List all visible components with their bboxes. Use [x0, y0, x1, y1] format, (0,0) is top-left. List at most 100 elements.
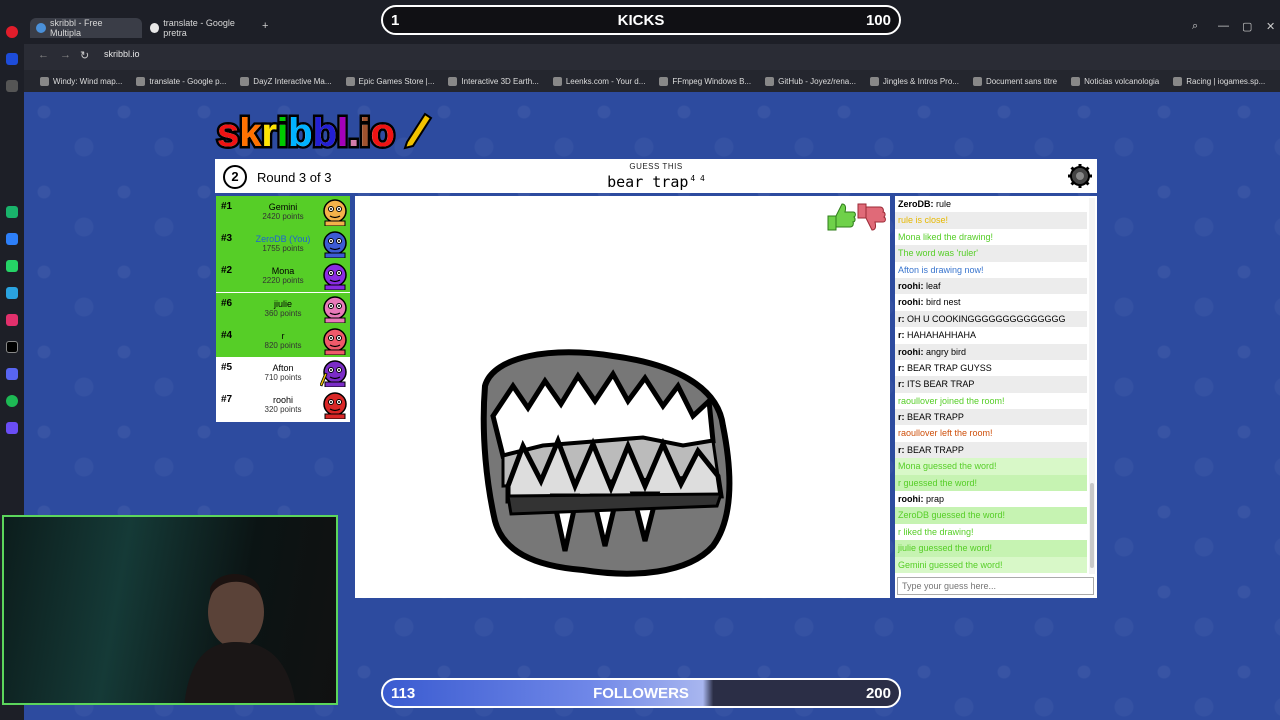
new-tab-icon[interactable]: + [262, 20, 268, 32]
google-favicon-icon [150, 23, 160, 33]
search-tabs-icon[interactable]: ⌕ [1192, 20, 1198, 33]
close-icon[interactable]: ✕ [1266, 20, 1275, 33]
bookmark-label: GitHub - Joyez/rena... [778, 76, 856, 86]
bear-trap-drawing [480, 349, 733, 577]
bookmark-label: Epic Games Store |... [358, 76, 435, 86]
bookmark-label: Racing | iogames.sp... [1186, 76, 1266, 86]
thumbs-down-icon[interactable] [857, 203, 886, 231]
word-text: bear trap [607, 173, 689, 191]
chat-text: The word was 'ruler' [898, 248, 978, 259]
back-icon[interactable]: ← [38, 49, 49, 61]
chat-text: BEAR TRAPP [904, 444, 964, 455]
tab-label: translate - Google pretra [163, 18, 235, 38]
bookmark-favicon-icon [136, 76, 146, 86]
discord-icon[interactable] [6, 368, 18, 380]
telegram-icon[interactable] [6, 287, 18, 299]
minimize-icon[interactable]: — [1218, 20, 1229, 32]
bookmark-item[interactable]: Racing | iogames.sp... [1173, 76, 1266, 86]
bookmark-label: Document sans titre [985, 76, 1058, 86]
player-row[interactable]: #4 r 820 points [216, 324, 350, 357]
messenger-icon[interactable] [6, 233, 18, 245]
chat-scrollbar[interactable] [1089, 198, 1095, 574]
player-name: Mona [271, 266, 295, 277]
url-field[interactable]: skribbl.io [104, 49, 140, 59]
chat-message: r: BEAR TRAP GUYSS [895, 360, 1087, 376]
chat-text: Mona guessed the word! [898, 461, 997, 472]
bookmark-item[interactable]: Leenks.com - Your d... [552, 76, 646, 86]
player-row[interactable]: #6 jiulie 360 points [216, 292, 350, 325]
spotify-icon[interactable] [6, 395, 18, 407]
ai-icon[interactable] [6, 206, 18, 218]
chat-message: jiulie guessed the word! [895, 540, 1087, 557]
bookmark-item[interactable]: FFmpeg Windows B... [659, 76, 751, 86]
player-avatar [323, 392, 347, 420]
bookmark-label: Leenks.com - Your d... [565, 76, 646, 86]
player-rank: #5 [221, 362, 233, 373]
word-hint: 4 4 [690, 174, 705, 183]
player-name: jiulie [273, 298, 292, 309]
bookmark-item[interactable]: Document sans titre [972, 76, 1058, 86]
chat-message: Gemini guessed the word! [895, 556, 1087, 573]
forward-icon[interactable]: → [60, 49, 71, 61]
chat-text: Gemini guessed the word! [898, 559, 1003, 570]
bookmark-item[interactable]: DayZ Interactive Ma... [240, 76, 332, 86]
bookmark-label: Windy: Wind map... [53, 76, 123, 86]
tab-skribbl[interactable]: skribbl - Free Multipla [30, 18, 142, 38]
player-rank: #1 [221, 201, 233, 212]
player-icon[interactable] [6, 422, 18, 434]
chat-message: raoullover joined the room! [895, 393, 1087, 409]
player-points: 2420 points [262, 212, 304, 221]
settings-gear-icon[interactable] [1067, 163, 1093, 189]
bookmark-item[interactable]: GitHub - Joyez/rena... [765, 76, 856, 86]
followers-label: FOLLOWERS [593, 684, 689, 702]
pencil-icon [403, 112, 433, 150]
opera-icon[interactable] [6, 26, 18, 38]
player-rank: #7 [221, 394, 233, 406]
bookmark-item[interactable]: translate - Google p... [136, 76, 227, 86]
player-rank: #2 [221, 265, 233, 277]
player-avatar [323, 199, 347, 226]
bookmark-favicon-icon [345, 76, 355, 86]
chat-text: raoullover left the room! [898, 428, 993, 439]
chat-message: r: OH U COOKINGGGGGGGGGGGGGG [895, 310, 1087, 328]
player-avatar [323, 328, 347, 355]
chat-text: BEAR TRAP GUYSS [904, 362, 992, 373]
chat-message: roohi: prap [895, 491, 1087, 507]
thumbs-up-icon[interactable] [827, 203, 856, 231]
bookmark-favicon-icon [1173, 76, 1183, 86]
bookmark-item[interactable]: Interactive 3D Earth... [448, 76, 539, 86]
chat-text: jiulie guessed the word! [898, 543, 993, 554]
player-row[interactable]: #2 Mona 2220 points [216, 260, 350, 293]
player-row[interactable]: #1 Gemini 2420 points [216, 196, 350, 228]
player-row[interactable]: #5 Afton 710 points [216, 357, 350, 389]
home-icon[interactable] [6, 53, 18, 65]
whatsapp-icon[interactable] [6, 260, 18, 272]
chat-text: rule [933, 199, 952, 209]
tab-label: skribbl - Free Multipla [50, 18, 103, 38]
player-avatar [323, 263, 347, 291]
kicks-goal-bar: 1 KICKS 100 [381, 5, 901, 35]
word-to-guess: bear trap 4 4 [215, 173, 1097, 191]
bookmark-item[interactable]: Windy: Wind map... [40, 76, 123, 86]
x-icon[interactable] [6, 341, 18, 353]
bookmark-item[interactable]: Jingles & Intros Pro... [869, 76, 959, 86]
maximize-icon[interactable]: ▢ [1242, 20, 1252, 33]
rate-drawing-controls [827, 203, 886, 231]
guess-input[interactable] [897, 577, 1094, 595]
tab-translate[interactable]: translate - Google pretra [144, 18, 260, 38]
player-row[interactable]: #3 ZeroDB (You) 1755 points [216, 228, 350, 261]
player-rank: #4 [221, 329, 233, 341]
player-rank: #3 [221, 233, 233, 245]
instagram-icon[interactable] [6, 314, 18, 326]
bookmark-item[interactable]: Epic Games Store |... [345, 76, 435, 86]
drawing-canvas[interactable] [355, 196, 890, 598]
speed-dial-icon[interactable] [6, 80, 18, 92]
chat-text: prap [923, 494, 945, 505]
chat-panel: ZeroDB: rule rule is close! Mona liked the… [895, 196, 1097, 598]
bookmark-item[interactable]: Noticias volcanologia [1071, 76, 1159, 86]
reload-icon[interactable]: ↻ [80, 49, 89, 62]
bookmark-favicon-icon [765, 76, 775, 86]
bookmark-label: translate - Google p... [149, 76, 227, 86]
player-row[interactable]: #7 roohi 320 points [216, 389, 350, 422]
chat-text: ITS BEAR TRAP [904, 379, 975, 390]
